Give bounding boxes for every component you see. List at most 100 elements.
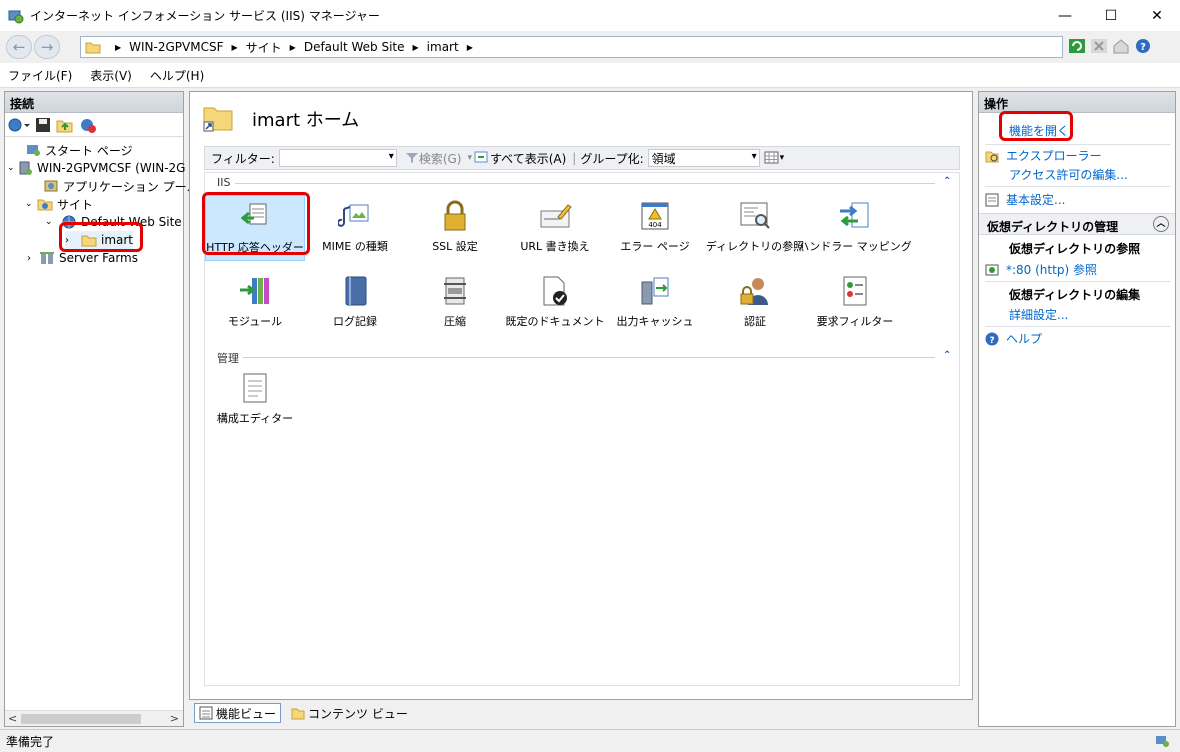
tab-features-view[interactable]: 機能ビュー bbox=[194, 703, 282, 723]
funnel-icon bbox=[405, 153, 418, 163]
feature-label: 認証 bbox=[744, 315, 766, 328]
basic-settings-link[interactable]: 基本設定... bbox=[985, 191, 1065, 208]
crumb-imart[interactable]: imart bbox=[427, 40, 459, 54]
iis-app-icon bbox=[8, 8, 24, 24]
connect-globe-icon[interactable] bbox=[7, 116, 31, 134]
browse-port-80-link[interactable]: *:80 (http) 参照 bbox=[985, 261, 1097, 278]
feature-label: MIME の種類 bbox=[322, 240, 388, 253]
collapse-section-icon[interactable]: ⌃ bbox=[943, 350, 951, 361]
feature-label: ディレクトリの参照 bbox=[705, 240, 805, 253]
tab-content-view[interactable]: コンテンツ ビュー bbox=[287, 703, 412, 723]
explore-link[interactable]: エクスプローラー bbox=[985, 147, 1102, 164]
home-folder-icon bbox=[203, 107, 233, 132]
expand-icon[interactable]: › bbox=[27, 253, 39, 264]
feature-label: ハンドラー マッピング bbox=[798, 240, 912, 253]
crumb-sites[interactable]: サイト bbox=[246, 39, 282, 56]
feature-handler-mappings[interactable]: ハンドラー マッピング bbox=[798, 195, 912, 261]
tree-sites[interactable]: ⌄ サイト bbox=[25, 195, 93, 213]
forward-button[interactable]: → bbox=[34, 35, 60, 59]
group-select[interactable]: 領域 bbox=[647, 149, 760, 167]
title-bar: インターネット インフォメーション サービス (IIS) マネージャー — ☐ … bbox=[0, 0, 1180, 31]
group-label: グループ化: bbox=[580, 151, 644, 166]
feature-error-pages[interactable]: 404 エラー ページ bbox=[605, 195, 705, 261]
compression-icon bbox=[444, 277, 466, 305]
feature-directory-browsing[interactable]: ディレクトリの参照 bbox=[705, 195, 805, 261]
advanced-settings-link[interactable]: 詳細設定... bbox=[1009, 306, 1068, 323]
feature-label: 既定のドキュメント bbox=[505, 315, 605, 328]
feature-label: 出力キャッシュ bbox=[616, 315, 694, 328]
section-divider bbox=[235, 183, 935, 184]
home-icon[interactable] bbox=[1112, 37, 1130, 55]
feature-configuration-editor[interactable]: 構成エディター bbox=[205, 367, 305, 433]
divider bbox=[985, 186, 1171, 187]
start-page-icon bbox=[27, 145, 40, 156]
tree-app-pools[interactable]: アプリケーション プール bbox=[43, 177, 199, 195]
menu-view[interactable]: 表示(V) bbox=[90, 67, 132, 84]
explore-icon bbox=[985, 151, 999, 162]
edit-vdir-heading: 仮想ディレクトリの編集 bbox=[1009, 288, 1141, 302]
feature-modules[interactable]: モジュール bbox=[205, 270, 305, 336]
tree-label: アプリケーション プール bbox=[63, 179, 199, 194]
section-divider bbox=[243, 357, 935, 358]
search-dropdown-icon[interactable]: ▾ bbox=[467, 153, 472, 163]
url-rewrite-icon bbox=[540, 204, 572, 228]
minimize-button[interactable]: — bbox=[1042, 0, 1088, 31]
scroll-thumb[interactable] bbox=[21, 714, 141, 724]
window-title: インターネット インフォメーション サービス (IIS) マネージャー bbox=[30, 9, 380, 23]
search-button[interactable]: 検索(G) bbox=[405, 150, 461, 167]
feature-ssl-settings[interactable]: SSL 設定 bbox=[405, 195, 505, 261]
modules-icon bbox=[240, 278, 269, 304]
help-link[interactable]: ? ヘルプ bbox=[985, 330, 1042, 347]
breadcrumb[interactable]: ▶ WIN-2GPVMCSF ▶ サイト ▶ Default Web Site ▶ im… bbox=[80, 36, 1063, 58]
view-mode-button[interactable]: ▾ bbox=[764, 151, 784, 165]
crumb-default-site[interactable]: Default Web Site bbox=[304, 40, 405, 54]
section-management-label: 管理 bbox=[217, 352, 239, 365]
server-icon bbox=[19, 161, 32, 175]
scroll-right-icon[interactable]: > bbox=[170, 712, 179, 725]
feature-mime-types[interactable]: MIME の種類 bbox=[305, 195, 405, 261]
scroll-left-icon[interactable]: < bbox=[8, 712, 17, 725]
filter-input[interactable] bbox=[278, 149, 397, 167]
address-bar: ← → ▶ WIN-2GPVMCSF ▶ サイト ▶ Default Web Site… bbox=[0, 31, 1180, 63]
maximize-button[interactable]: ☐ bbox=[1088, 0, 1134, 31]
page-title: imart ホーム bbox=[252, 110, 360, 131]
feature-logging[interactable]: ログ記録 bbox=[305, 270, 405, 336]
connections-toolbar bbox=[5, 113, 183, 137]
vdir-section-header: 仮想ディレクトリの管理 ︿ bbox=[979, 213, 1175, 235]
help-icon[interactable]: ? bbox=[1134, 37, 1152, 55]
connections-panel: 接続 スタート ページ ⌄ WIN-2GPVMCSF (WIN-2G アプリケー… bbox=[4, 91, 199, 727]
save-icon[interactable] bbox=[34, 116, 52, 134]
collapse-vdir-icon[interactable]: ︿ bbox=[1153, 216, 1169, 232]
help-circle-icon: ? bbox=[985, 332, 999, 346]
stop-icon[interactable] bbox=[1090, 37, 1108, 55]
collapse-icon[interactable]: ⌄ bbox=[7, 163, 17, 173]
up-level-icon[interactable] bbox=[55, 116, 75, 134]
collapse-section-icon[interactable]: ⌃ bbox=[943, 176, 951, 187]
feature-compression[interactable]: 圧縮 bbox=[405, 270, 505, 336]
close-button[interactable]: ✕ bbox=[1134, 0, 1180, 31]
edit-permissions-link[interactable]: アクセス許可の編集... bbox=[1009, 166, 1128, 183]
tree-label: スタート ページ bbox=[45, 143, 133, 158]
menu-file[interactable]: ファイル(F) bbox=[8, 67, 72, 84]
feature-url-rewrite[interactable]: URL 書き換え bbox=[505, 195, 605, 261]
feature-authentication[interactable]: 認証 bbox=[705, 270, 805, 336]
horizontal-scrollbar[interactable]: < > bbox=[5, 710, 183, 726]
feature-default-document[interactable]: 既定のドキュメント bbox=[505, 270, 605, 336]
tree-label: サイト bbox=[57, 197, 94, 212]
tree-label: WIN-2GPVMCSF (WIN-2G bbox=[37, 161, 186, 175]
back-button[interactable]: ← bbox=[6, 35, 32, 59]
crumb-server[interactable]: WIN-2GPVMCSF bbox=[129, 40, 223, 54]
menu-help[interactable]: ヘルプ(H) bbox=[150, 67, 204, 84]
feature-label: 要求フィルター bbox=[816, 315, 894, 328]
tree-server[interactable]: ⌄ WIN-2GPVMCSF (WIN-2G bbox=[7, 159, 185, 177]
collapse-icon[interactable]: ⌄ bbox=[25, 199, 37, 209]
refresh-icon[interactable] bbox=[1068, 37, 1086, 55]
show-all-button[interactable]: すべて表示(A) bbox=[474, 150, 566, 167]
feature-request-filtering[interactable]: 要求フィルター bbox=[805, 270, 905, 336]
features-list: IIS ⌃ HTTP 応答ヘッダー MIME の種類 SSL 設定 URL 書き… bbox=[202, 172, 960, 686]
tree-start-page[interactable]: スタート ページ bbox=[25, 141, 133, 159]
imart-highlight bbox=[59, 222, 143, 252]
feature-output-caching[interactable]: 出力キャッシュ bbox=[605, 270, 705, 336]
network-status-icon bbox=[1156, 736, 1169, 747]
disconnect-icon[interactable] bbox=[78, 116, 98, 134]
